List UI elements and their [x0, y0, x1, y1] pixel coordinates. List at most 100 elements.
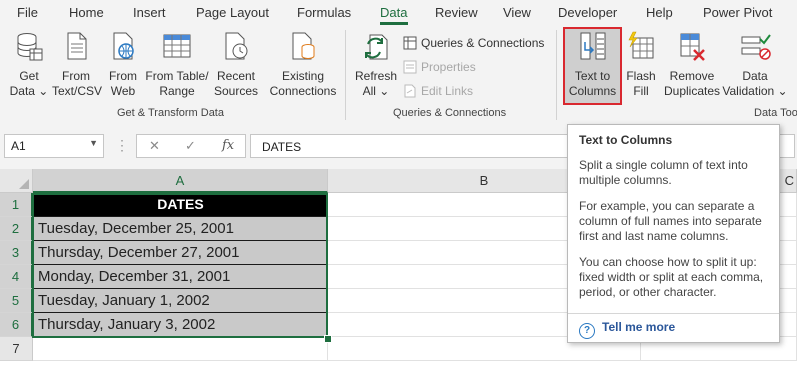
tooltip-title: Text to Columns — [579, 133, 673, 147]
tab-file[interactable]: File — [17, 5, 38, 20]
group-label-queries: Queries & Connections — [393, 107, 507, 119]
cell-a5[interactable]: Tuesday, January 1, 2002 — [33, 289, 328, 313]
properties-icon — [403, 60, 417, 74]
tab-view[interactable]: View — [503, 5, 531, 20]
flash-fill-icon — [628, 31, 654, 59]
text-to-columns-label-1: Text to — [574, 69, 611, 83]
row-header-5[interactable]: 5 — [0, 289, 33, 313]
select-all-icon — [19, 179, 29, 189]
name-box-value: A1 — [11, 139, 26, 153]
refresh-all-label-1: Refresh — [354, 69, 398, 83]
insert-function-icon[interactable]: fx — [222, 138, 234, 153]
text-to-columns-button[interactable]: Text to Columns — [565, 30, 620, 99]
select-all-corner[interactable] — [0, 169, 33, 193]
from-table-range-label-2: Range — [159, 84, 195, 98]
queries-connections-button[interactable]: Queries & Connections — [403, 36, 544, 50]
tell-me-more-link[interactable]: ? Tell me more — [579, 320, 675, 339]
existing-connections-icon — [292, 32, 315, 60]
data-validation-label-1: Data — [742, 69, 768, 83]
row-header-4[interactable]: 4 — [0, 265, 33, 289]
from-web-label-1: From — [109, 69, 137, 83]
cell-a1[interactable]: DATES — [33, 193, 328, 217]
tooltip-divider — [568, 313, 779, 314]
from-web-label-2: Web — [110, 84, 136, 98]
edit-links-icon — [404, 84, 416, 98]
cell-a7[interactable] — [33, 337, 328, 361]
tab-formulas[interactable]: Formulas — [297, 5, 351, 20]
row-header-1[interactable]: 1 — [0, 193, 33, 217]
row-header-3[interactable]: 3 — [0, 241, 33, 265]
tell-me-more-label: Tell me more — [602, 320, 676, 334]
properties-label: Properties — [421, 60, 476, 74]
remove-duplicates-label-2: Duplicates — [663, 84, 721, 98]
recent-sources-icon — [225, 32, 248, 60]
data-validation-icon — [741, 34, 771, 60]
tooltip-options: You can choose how to split it up: fixed… — [579, 255, 764, 299]
data-validation-button[interactable]: Data Validation ⌄ — [722, 30, 788, 99]
row-header-7[interactable]: 7 — [0, 337, 33, 361]
cell-a4[interactable]: Monday, December 31, 2001 — [33, 265, 328, 289]
group-label-data-tools: Data Too — [754, 107, 797, 119]
from-text-csv-label-1: From — [62, 69, 90, 83]
from-web-button[interactable]: From Web — [104, 30, 142, 99]
refresh-icon — [365, 34, 388, 60]
row-header-6[interactable]: 6 — [0, 313, 33, 337]
queries-connections-label: Queries & Connections — [421, 36, 545, 50]
edit-links-button[interactable]: Edit Links — [403, 84, 473, 98]
group-divider — [556, 30, 557, 120]
recent-sources-label-2: Sources — [213, 84, 259, 98]
cancel-icon[interactable]: ✕ — [149, 138, 160, 154]
from-text-csv-button[interactable]: From Text/CSV — [52, 30, 103, 99]
from-table-range-label-1: From Table/ — [145, 69, 209, 83]
get-data-button[interactable]: Get Data ⌄ — [6, 30, 52, 99]
existing-connections-label-1: Existing — [281, 69, 325, 83]
group-label-get-transform: Get & Transform Data — [117, 107, 224, 119]
tab-insert[interactable]: Insert — [133, 5, 166, 20]
name-box[interactable]: A1 ▼ — [4, 134, 104, 158]
edit-links-label: Edit Links — [421, 84, 474, 98]
tab-developer[interactable]: Developer — [558, 5, 617, 20]
tab-page-layout[interactable]: Page Layout — [196, 5, 269, 20]
group-divider — [345, 30, 346, 120]
properties-button[interactable]: Properties — [403, 60, 476, 74]
recent-sources-label-1: Recent — [216, 69, 256, 83]
flash-fill-button[interactable]: Flash Fill — [622, 30, 660, 99]
refresh-all-button[interactable]: Refresh All ⌄ — [354, 30, 398, 99]
get-data-label-1: Get — [19, 69, 39, 83]
text-to-columns-icon — [580, 32, 605, 60]
cell-a3[interactable]: Thursday, December 27, 2001 — [33, 241, 328, 265]
cell-a2[interactable]: Tuesday, December 25, 2001 — [33, 217, 328, 241]
formula-bar-grip-icon: ⋮ — [115, 137, 129, 153]
from-text-csv-label-2: Text/CSV — [52, 84, 103, 98]
tooltip-description: Split a single column of text into multi… — [579, 158, 748, 187]
recent-sources-button[interactable]: Recent Sources — [212, 30, 260, 99]
ribbon-tabs: File Home Insert Page Layout Formulas Da… — [0, 0, 797, 26]
text-to-columns-tooltip: Text to Columns Split a single column of… — [567, 124, 780, 343]
active-tab-indicator — [380, 22, 408, 25]
existing-connections-button[interactable]: Existing Connections — [266, 30, 340, 99]
remove-duplicates-button[interactable]: Remove Duplicates — [662, 30, 722, 99]
fill-handle[interactable] — [324, 335, 332, 343]
formula-bar-buttons: ✕ ✓ fx — [136, 134, 246, 158]
queries-icon — [403, 36, 417, 50]
row-header-2[interactable]: 2 — [0, 217, 33, 241]
tab-home[interactable]: Home — [69, 5, 104, 20]
database-icon — [17, 33, 43, 61]
flash-fill-label-2: Fill — [633, 84, 649, 98]
flash-fill-label-1: Flash — [626, 69, 656, 83]
help-icon: ? — [579, 323, 595, 339]
tab-review[interactable]: Review — [435, 5, 478, 20]
remove-duplicates-icon — [680, 33, 705, 61]
enter-icon[interactable]: ✓ — [185, 138, 196, 154]
tab-power-pivot[interactable]: Power Pivot — [703, 5, 772, 20]
tab-help[interactable]: Help — [646, 5, 673, 20]
cell-a6[interactable]: Thursday, January 3, 2002 — [33, 313, 328, 337]
web-page-icon — [113, 32, 134, 60]
name-box-dropdown-icon[interactable]: ▼ — [89, 138, 98, 148]
table-icon — [163, 34, 191, 58]
column-header-a[interactable]: A — [33, 169, 328, 193]
tab-data[interactable]: Data — [380, 5, 407, 20]
text-to-columns-label-2: Columns — [568, 84, 617, 98]
from-table-range-button[interactable]: From Table/ Range — [144, 30, 210, 99]
ribbon: Get Data ⌄ From Text/CSV From Web From T… — [0, 26, 797, 125]
